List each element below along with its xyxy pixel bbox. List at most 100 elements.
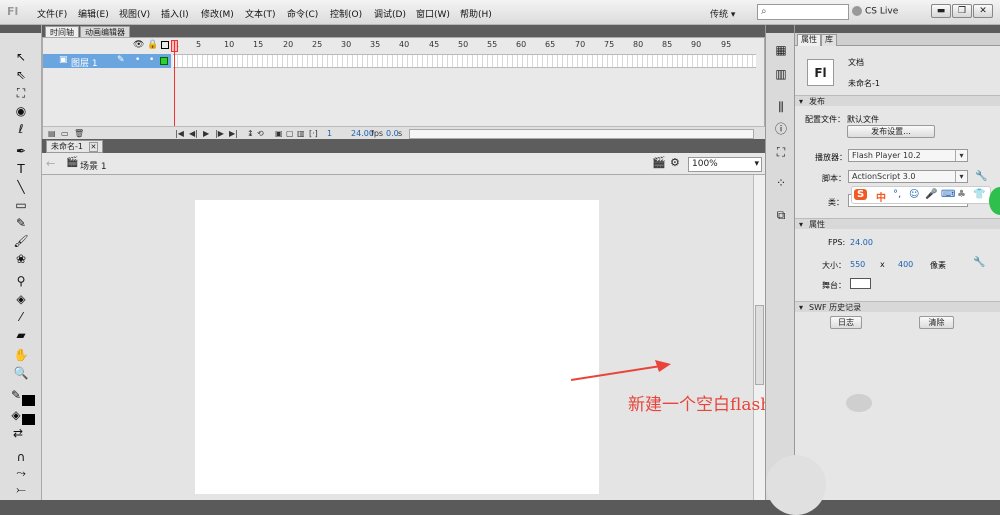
menu-debug[interactable]: 调试(D): [374, 7, 406, 20]
tab-motion-editor[interactable]: 动画编辑器: [80, 26, 130, 37]
prev-frame-icon[interactable]: ◀|: [189, 129, 198, 138]
outline-icon[interactable]: [161, 41, 169, 49]
emoji-icon[interactable]: ☺: [909, 189, 919, 200]
swap-colors-icon[interactable]: ⇄: [10, 425, 26, 441]
play-icon[interactable]: ▶: [203, 129, 209, 138]
menu-file[interactable]: 文件(F): [37, 7, 67, 20]
text-tool-icon[interactable]: T: [13, 161, 29, 177]
stage-vscrollbar[interactable]: [753, 175, 765, 500]
wrench-icon[interactable]: 🔧: [973, 257, 985, 268]
bone-tool-icon[interactable]: ⚲: [13, 273, 29, 289]
menu-control[interactable]: 控制(O): [330, 7, 362, 20]
menu-view[interactable]: 视图(V): [119, 7, 150, 20]
workspace-switcher[interactable]: 传统 ▾: [706, 4, 752, 20]
shirt-icon[interactable]: 👕: [973, 189, 985, 200]
log-button[interactable]: 日志: [830, 316, 862, 329]
lock-icon[interactable]: 🔒: [147, 40, 158, 50]
subselection-tool-icon[interactable]: ⇖: [13, 67, 29, 83]
menu-insert[interactable]: 插入(I): [161, 7, 189, 20]
menu-modify[interactable]: 修改(M): [201, 7, 234, 20]
punctuation-icon[interactable]: °,: [893, 189, 901, 200]
player-select[interactable]: Flash Player 10.2 ▾: [848, 149, 968, 162]
next-frame-icon[interactable]: |▶: [215, 129, 224, 138]
rectangle-tool-icon[interactable]: ▭: [13, 197, 29, 213]
menu-window[interactable]: 窗口(W): [416, 7, 450, 20]
tab-properties[interactable]: 属性: [797, 34, 821, 46]
first-frame-icon[interactable]: |◀: [175, 129, 184, 138]
lasso-tool-icon[interactable]: ℓ: [13, 121, 29, 137]
transform-panel-icon[interactable]: ⛶: [773, 144, 789, 160]
width-value[interactable]: 550: [850, 260, 865, 269]
smooth-icon[interactable]: ⤳: [13, 465, 29, 481]
close-tab-icon[interactable]: ✕: [88, 142, 99, 152]
fps-value[interactable]: 24.00: [850, 238, 873, 247]
section-publish[interactable]: 发布: [795, 95, 1000, 107]
restore-button[interactable]: ❐: [952, 4, 972, 18]
modify-markers-icon[interactable]: [·]: [309, 129, 318, 138]
brush-tool-icon[interactable]: 🖌: [13, 233, 29, 249]
last-frame-icon[interactable]: ▶|: [229, 129, 238, 138]
stage-color-swatch[interactable]: [850, 278, 871, 289]
menu-edit[interactable]: 编辑(E): [78, 7, 109, 20]
selection-tool-icon[interactable]: ↖: [13, 49, 29, 65]
menu-help[interactable]: 帮助(H): [460, 7, 492, 20]
publish-settings-button[interactable]: 发布设置...: [847, 125, 935, 138]
line-tool-icon[interactable]: ╲: [13, 179, 29, 195]
document-tab[interactable]: 未命名-1 ✕: [46, 140, 104, 153]
swatches-panel-icon[interactable]: ▥: [773, 66, 789, 82]
3d-rotation-tool-icon[interactable]: ◉: [13, 103, 29, 119]
scroll-thumb[interactable]: [755, 305, 764, 385]
pen-tool-icon[interactable]: ✒: [13, 143, 29, 159]
keyboard-icon[interactable]: ⌨: [941, 189, 955, 200]
edit-scene-icon[interactable]: 🎬: [652, 156, 666, 169]
zoom-tool-icon[interactable]: 🔍: [13, 365, 29, 381]
edit-symbols-icon[interactable]: ⚙: [670, 156, 680, 169]
back-arrow-icon[interactable]: ←: [46, 157, 55, 170]
menu-commands[interactable]: 命令(C): [287, 7, 318, 20]
info-panel-icon[interactable]: ⓘ: [773, 121, 789, 137]
straighten-icon[interactable]: ⤚: [13, 481, 29, 497]
cs-live-button[interactable]: CS Live: [852, 6, 898, 17]
playhead[interactable]: [174, 40, 175, 128]
microphone-icon[interactable]: 🎤: [925, 189, 937, 200]
menu-text[interactable]: 文本(T): [245, 7, 276, 20]
snap-to-objects-icon[interactable]: ∩: [13, 449, 29, 465]
ime-mode[interactable]: 中: [876, 189, 886, 204]
section-properties[interactable]: 属性: [795, 218, 1000, 230]
height-value[interactable]: 400: [898, 260, 913, 269]
layer-row[interactable]: ▣ 图层 1 ✎ • •: [43, 54, 171, 69]
section-swf-history[interactable]: SWF 历史记录: [795, 301, 1000, 313]
loop-icon[interactable]: ⟲: [257, 129, 264, 138]
onion-outline-icon[interactable]: ▢: [286, 129, 294, 138]
frame-ruler[interactable]: 1 5 10 15 20 25 30 35 40 45 50 55 60 65 …: [173, 40, 756, 52]
eraser-tool-icon[interactable]: ▰: [13, 327, 29, 343]
deco-tool-icon[interactable]: ❀: [13, 251, 29, 267]
center-frame-icon[interactable]: ↨: [247, 129, 254, 138]
layer-name[interactable]: 图层 1: [71, 56, 98, 69]
eye-icon[interactable]: 👁: [133, 40, 144, 50]
visibility-dot[interactable]: •: [135, 55, 140, 65]
color-panel-icon[interactable]: ▦: [773, 42, 789, 58]
hand-tool-icon[interactable]: ✋: [13, 347, 29, 363]
clear-button[interactable]: 清除: [919, 316, 954, 329]
tab-library[interactable]: 库: [821, 34, 837, 46]
new-folder-icon[interactable]: ▭: [61, 129, 69, 138]
paint-bucket-tool-icon[interactable]: ◈: [13, 291, 29, 307]
search-input[interactable]: ⌕: [757, 4, 849, 20]
frames-grid[interactable]: [173, 54, 756, 68]
pencil-tool-icon[interactable]: ✎: [13, 215, 29, 231]
ime-logo[interactable]: S: [854, 189, 868, 200]
new-layer-icon[interactable]: ▤: [48, 129, 56, 138]
tab-timeline[interactable]: 时间轴: [45, 26, 79, 37]
align-panel-icon[interactable]: ⫼: [773, 99, 789, 115]
eyedropper-tool-icon[interactable]: ⁄: [13, 309, 29, 325]
timeline-hscrollbar[interactable]: [409, 129, 754, 139]
stroke-color-swatch[interactable]: [22, 395, 35, 406]
close-button[interactable]: ✕: [973, 4, 993, 18]
components-panel-icon[interactable]: ⁘: [773, 175, 789, 191]
minimize-button[interactable]: ▬: [931, 4, 951, 18]
motion-presets-icon[interactable]: ⧉: [773, 207, 789, 223]
edit-multiple-frames-icon[interactable]: ▥: [297, 129, 305, 138]
skin-icon[interactable]: ♣: [957, 189, 966, 200]
zoom-select[interactable]: 100% ▾: [688, 157, 762, 172]
